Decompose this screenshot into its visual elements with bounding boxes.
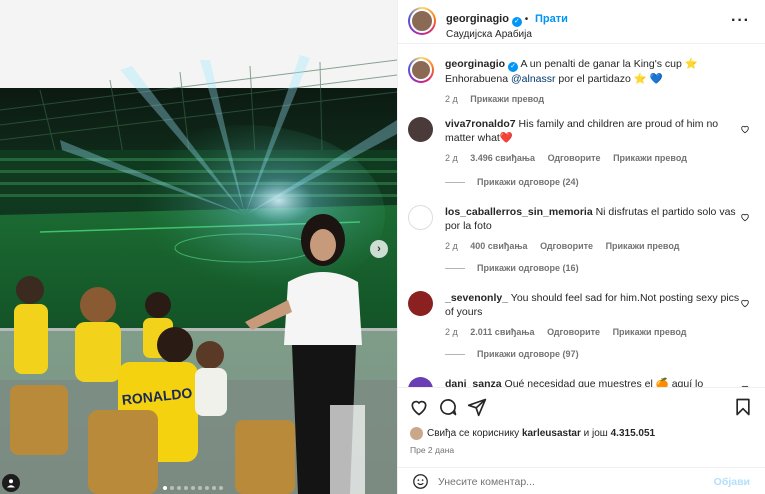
comment-likes[interactable]: 400 свиђања — [470, 241, 527, 251]
commenter-avatar[interactable] — [408, 205, 433, 230]
commenter-username[interactable]: los_caballerros_sin_memoria — [445, 206, 593, 218]
reply-button[interactable]: Одговорите — [547, 327, 600, 337]
carousel-dot — [170, 486, 174, 490]
next-image-button[interactable]: › — [370, 240, 388, 258]
commenter-avatar[interactable] — [408, 291, 433, 316]
comment-time: 2 д — [445, 153, 458, 163]
commenter-username[interactable]: viva7ronaldo7 — [445, 118, 516, 130]
comment-time: 2 д — [445, 327, 458, 337]
post-location[interactable]: Саудијска Арабија — [446, 29, 568, 40]
commenter-avatar[interactable] — [408, 117, 433, 142]
post-media[interactable]: RONALDO › — [0, 0, 397, 494]
translate-button[interactable]: Прикажи превод — [606, 241, 680, 251]
like-comment-heart-icon[interactable] — [740, 124, 750, 134]
caption-text-2: Enhorabuena — [445, 73, 509, 85]
user-icon — [7, 479, 15, 488]
carousel-dot — [205, 486, 209, 490]
save-bookmark-icon[interactable] — [733, 397, 753, 417]
share-send-icon[interactable] — [467, 397, 487, 417]
liked-by-count[interactable]: 4.315.051 — [611, 428, 656, 439]
comment-likes[interactable]: 2.011 свиђања — [470, 327, 534, 337]
liked-by-prefix: Свиђа се кориснику — [427, 428, 520, 439]
comment-time: 2 д — [445, 241, 458, 251]
author-avatar[interactable] — [408, 7, 436, 35]
commenter-username[interactable]: _sevenonly_ — [445, 292, 508, 304]
more-options-icon[interactable]: ··· — [731, 12, 750, 30]
like-comment-heart-icon[interactable] — [740, 298, 750, 308]
caption-time: 2 д — [445, 94, 458, 104]
caption-text-3: por el partidazo ⭐ 💙 — [558, 73, 663, 85]
likes-summary: Свиђа се кориснику karleusastar и још 4.… — [410, 427, 655, 440]
carousel-dot — [212, 486, 216, 490]
comment-text: Qué necesidad que muestres el 🍊 aquí lo — [504, 378, 704, 387]
commenter-avatar[interactable] — [408, 377, 433, 387]
caption-avatar[interactable] — [408, 57, 434, 83]
stadium-photo: RONALDO — [0, 0, 397, 494]
liked-by-mid: и још — [583, 428, 608, 439]
post-header: georginagio ✓ • Прати Саудијска Арабија ·… — [398, 0, 765, 44]
view-replies-button[interactable]: Прикажи одговоре (16) — [445, 263, 579, 273]
caption-username[interactable]: georginagio — [445, 58, 505, 70]
verified-badge-icon: ✓ — [511, 17, 522, 27]
reply-button[interactable]: Одговорите — [540, 241, 593, 251]
caption-translate-button[interactable]: Прикажи превод — [470, 94, 544, 104]
view-replies-button[interactable]: Прикажи одговоре (24) — [445, 177, 579, 187]
comment-input[interactable] — [438, 473, 698, 490]
translate-button[interactable]: Прикажи превод — [613, 327, 687, 337]
liked-by-user[interactable]: karleusastar — [522, 428, 581, 439]
carousel-dot — [198, 486, 202, 490]
verified-badge-icon: ✓ — [508, 62, 519, 72]
comments-list[interactable]: georginagio ✓ A un penalti de ganar la Ki… — [398, 45, 765, 387]
carousel-dot — [219, 486, 223, 490]
author-username[interactable]: georginagio — [446, 13, 509, 25]
follow-button[interactable]: Прати — [535, 13, 568, 25]
post-comment-button[interactable]: Објави — [714, 476, 750, 488]
emoji-icon[interactable] — [412, 473, 429, 490]
like-comment-heart-icon[interactable] — [740, 212, 750, 222]
commenter-username[interactable]: dani_sanza — [445, 378, 502, 387]
liker-avatar[interactable] — [410, 427, 423, 440]
view-replies-button[interactable]: Прикажи одговоре (97) — [445, 349, 579, 359]
tagged-users-button[interactable] — [2, 474, 20, 492]
comment-likes[interactable]: 3.496 свиђања — [470, 153, 535, 163]
reply-button[interactable]: Одговорите — [548, 153, 601, 163]
comment-composer: Објави — [398, 467, 765, 494]
comment-bubble-icon[interactable] — [438, 397, 458, 417]
post-actions: Свиђа се кориснику karleusastar и још 4.… — [398, 387, 765, 467]
post-panel: georginagio ✓ • Прати Саудијска Арабија ·… — [397, 0, 765, 494]
caption-text-1: A un penalti de ganar la King's cup ⭐ — [520, 58, 698, 70]
carousel-dot — [184, 486, 188, 490]
carousel-dot — [177, 486, 181, 490]
translate-button[interactable]: Прикажи превод — [613, 153, 687, 163]
post-timestamp[interactable]: Пре 2 дана — [410, 445, 454, 455]
carousel-dot — [191, 486, 195, 490]
carousel-indicator — [163, 486, 223, 490]
caption-mention[interactable]: @alnassr — [511, 73, 556, 85]
carousel-dot — [163, 486, 167, 490]
like-heart-icon[interactable] — [409, 397, 429, 417]
